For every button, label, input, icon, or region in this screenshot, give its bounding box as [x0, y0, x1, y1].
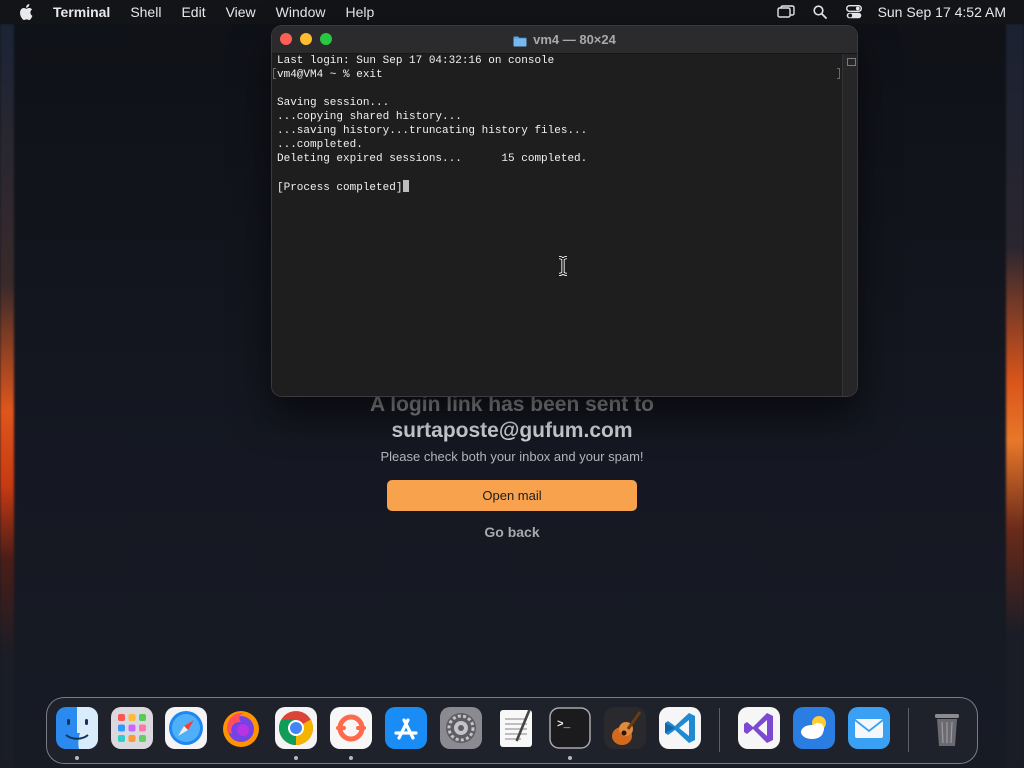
- terminal-titlebar[interactable]: vm4 — 80×24: [272, 26, 857, 54]
- menu-window[interactable]: Window: [276, 0, 326, 24]
- terminal-line: ...completed.: [277, 139, 363, 151]
- text-cursor-icon: [557, 255, 569, 277]
- screen-mirroring-icon[interactable]: [776, 4, 796, 20]
- terminal-cursor: [403, 180, 410, 192]
- apple-menu-icon[interactable]: [19, 4, 35, 20]
- menu-edit[interactable]: Edit: [181, 0, 205, 24]
- garageband-icon[interactable]: [604, 707, 646, 749]
- terminal-line: ...saving history...truncating history f…: [277, 125, 588, 137]
- trash-icon[interactable]: [926, 707, 968, 749]
- terminal-line: ...copying shared history...: [277, 111, 462, 123]
- menubar-clock[interactable]: Sun Sep 17 4:52 AM: [878, 4, 1006, 20]
- folder-icon: [513, 34, 527, 47]
- arc-like-app-icon[interactable]: [330, 707, 372, 749]
- terminal-line: Deleting expired sessions... 15 complete…: [277, 153, 588, 165]
- terminal-icon[interactable]: >_: [549, 707, 591, 749]
- terminal-output[interactable]: Last login: Sun Sep 17 04:32:16 on conso…: [272, 54, 842, 396]
- system-settings-icon[interactable]: [440, 707, 482, 749]
- terminal-scrollbar[interactable]: [842, 54, 857, 396]
- app-store-icon[interactable]: [385, 707, 427, 749]
- wallpaper-edge-left: [0, 24, 14, 768]
- menu-help[interactable]: Help: [345, 0, 374, 24]
- running-indicator: [294, 756, 298, 760]
- split-pane-icon[interactable]: [847, 58, 856, 66]
- chrome-icon[interactable]: [275, 707, 317, 749]
- menu-bar: Terminal Shell Edit View Window Help Sun…: [0, 0, 1024, 24]
- dock-separator: [908, 708, 909, 752]
- mark-bracket-left: [273, 68, 276, 79]
- terminal-line: vm4@VM4 ~ % exit: [277, 69, 383, 81]
- firefox-icon[interactable]: [220, 707, 262, 749]
- process-completed-text: [Process completed]: [277, 182, 403, 194]
- login-hint-text: Please check both your inbox and your sp…: [380, 449, 644, 464]
- login-email-address: surtaposte@gufum.com: [391, 419, 633, 442]
- weather-icon[interactable]: [793, 707, 835, 749]
- menu-view[interactable]: View: [226, 0, 256, 24]
- wallpaper-edge-right: [1006, 24, 1024, 768]
- terminal-line: Last login: Sun Sep 17 04:32:16 on conso…: [277, 55, 555, 67]
- spotlight-search-icon[interactable]: [810, 4, 830, 20]
- launchpad-icon[interactable]: [111, 707, 153, 749]
- mail-icon[interactable]: [848, 707, 890, 749]
- running-indicator: [349, 756, 353, 760]
- running-indicator: [75, 756, 79, 760]
- terminal-line: Saving session...: [277, 97, 390, 109]
- menu-app-name[interactable]: Terminal: [53, 0, 110, 24]
- textedit-icon[interactable]: [495, 707, 537, 749]
- control-center-icon[interactable]: [844, 4, 864, 20]
- dock: >_: [46, 697, 978, 764]
- visual-studio-icon[interactable]: [738, 707, 780, 749]
- go-back-link[interactable]: Go back: [462, 524, 562, 540]
- terminal-line-last: [Process completed]: [277, 180, 410, 194]
- mark-bracket-right: [837, 68, 840, 79]
- open-mail-button[interactable]: Open mail: [387, 480, 637, 511]
- dock-separator: [719, 708, 720, 752]
- running-indicator: [568, 756, 572, 760]
- finder-icon[interactable]: [56, 707, 98, 749]
- terminal-window: vm4 — 80×24 Last login: Sun Sep 17 04:32…: [272, 26, 857, 396]
- login-link-title: A login link has been sent to: [370, 393, 654, 416]
- menu-shell[interactable]: Shell: [130, 0, 161, 24]
- svg-text:>_: >_: [557, 719, 571, 731]
- terminal-window-title: vm4 — 80×24: [533, 32, 616, 47]
- safari-icon[interactable]: [165, 707, 207, 749]
- vscode-icon[interactable]: [659, 707, 701, 749]
